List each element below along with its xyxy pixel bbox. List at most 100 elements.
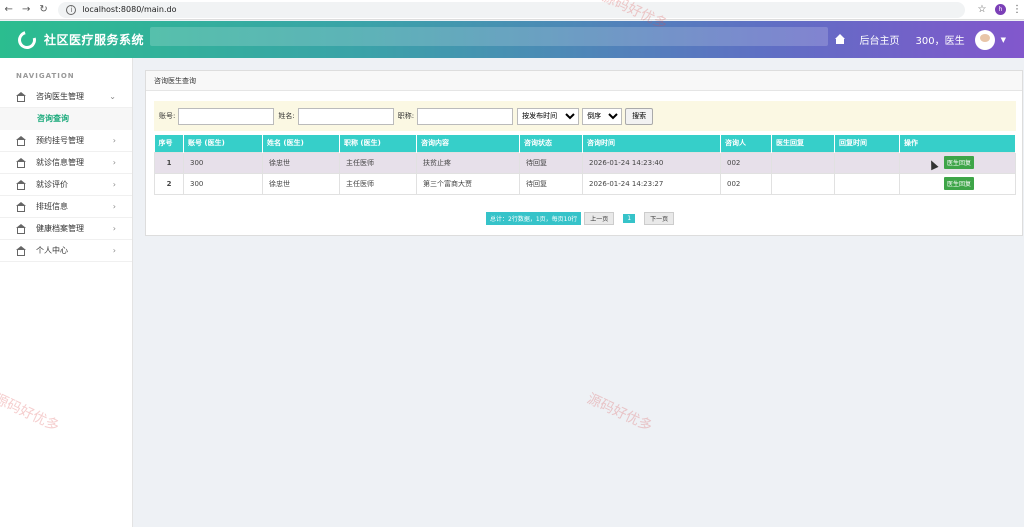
avatar[interactable] <box>974 29 995 50</box>
bookmark-star-icon[interactable]: ☆ <box>973 4 991 15</box>
sidebar-item-label: 咨询医生管理 <box>36 92 84 101</box>
col-header: 回复时间 <box>834 135 900 152</box>
cell-content: 扶贫止疼 <box>416 151 520 174</box>
sort-order-select[interactable]: 倒序 <box>582 107 623 125</box>
home-icon[interactable] <box>834 33 846 46</box>
doctor-reply-button[interactable]: 医生回复 <box>944 177 975 190</box>
col-header: 序号 <box>154 135 184 152</box>
cell-reply-time <box>834 151 900 174</box>
watermark: 源码好优多 <box>584 390 655 435</box>
reload-icon[interactable]: ↻ <box>35 4 52 15</box>
sidebar-item-profile[interactable]: 个人中心 › <box>0 240 132 262</box>
col-header: 操作 <box>899 135 1016 152</box>
chevron-right-icon: › <box>112 224 116 233</box>
browser-toolbar: ← → ↻ i localhost:8080/main.do ☆ h ⋮ <box>0 0 1024 20</box>
home-icon <box>16 202 26 212</box>
sort-field-select[interactable]: 按发布时间 <box>517 107 580 125</box>
forward-icon[interactable]: → <box>17 4 34 15</box>
sidebar-item-label: 健康档案管理 <box>36 224 84 233</box>
back-icon[interactable]: ← <box>0 4 17 15</box>
app-header: 社区医疗服务系统 后台主页 300，医生 ▼ <box>0 21 1024 58</box>
doctor-reply-button[interactable]: 医生回复 <box>944 156 975 169</box>
cell-title: 主任医师 <box>339 151 417 174</box>
cell-reply-time <box>834 172 900 195</box>
title-input[interactable] <box>417 107 514 125</box>
search-bar: 账号: 姓名: 职称: 按发布时间 倒序 搜索 <box>154 101 1016 131</box>
name-label: 姓名: <box>278 112 295 120</box>
next-page-button[interactable]: 下一页 <box>644 212 675 225</box>
sidebar-item-consult[interactable]: 咨询医生管理 ⌄ <box>0 86 132 108</box>
chevron-down-icon[interactable]: ▼ <box>1001 36 1006 44</box>
sidebar-subitem-consult-query[interactable]: 咨询查询 <box>0 108 132 130</box>
sidebar-item-visit-info[interactable]: 就诊信息管理 › <box>0 152 132 174</box>
chevron-right-icon: › <box>112 202 116 211</box>
user-label[interactable]: 300，医生 <box>916 32 965 47</box>
chevron-right-icon: › <box>112 158 116 167</box>
col-header: 咨询内容 <box>416 135 520 152</box>
cell-status: 待回复 <box>519 151 583 174</box>
cell-account: 300 <box>183 151 263 174</box>
chevron-right-icon: › <box>112 246 116 255</box>
sidebar-item-label: 就诊信息管理 <box>36 158 84 167</box>
col-header: 账号 (医生) <box>183 135 263 152</box>
sidebar-item-schedule[interactable]: 排班信息 › <box>0 196 132 218</box>
cell-asker: 002 <box>720 151 772 174</box>
sidebar-item-label: 就诊评价 <box>36 180 68 189</box>
cell-asker: 002 <box>720 172 772 195</box>
table-row: 2 300 徐忠世 主任医师 第三个富商大贾 待回复 2026-01-24 14… <box>154 172 1016 195</box>
home-icon <box>16 180 26 190</box>
col-header: 姓名 (医生) <box>262 135 340 152</box>
chevron-right-icon: › <box>112 180 116 189</box>
home-icon <box>16 158 26 168</box>
cell-time: 2026-01-24 14:23:27 <box>582 172 721 195</box>
app-title: 社区医疗服务系统 <box>44 33 145 47</box>
panel-title: 咨询医生查询 <box>146 71 1022 91</box>
sidebar-item-label: 预约挂号管理 <box>36 136 84 145</box>
sidebar-item-appointment[interactable]: 预约挂号管理 › <box>0 130 132 152</box>
sidebar-item-label: 排班信息 <box>36 202 68 211</box>
cell-action: 医生回复 <box>899 151 1016 174</box>
cell-action: 医生回复 <box>899 172 1016 195</box>
nav-label: NAVIGATION <box>16 72 75 80</box>
cell-content: 第三个富商大贾 <box>416 172 520 195</box>
cell-title: 主任医师 <box>339 172 417 195</box>
pager-info: 总计：2行数据，1页，每页10行 <box>486 212 582 225</box>
cell-reply <box>771 172 835 195</box>
pagination: 总计：2行数据，1页，每页10行 上一页 1 下一页 <box>486 212 683 225</box>
current-page-button[interactable]: 1 <box>623 214 636 223</box>
table-row: 1 300 徐忠世 主任医师 扶贫止疼 待回复 2026-01-24 14:23… <box>154 151 1016 174</box>
chevron-right-icon: › <box>112 136 116 145</box>
url-text: localhost:8080/main.do <box>82 5 177 14</box>
browser-menu-icon[interactable]: ⋮ <box>1010 4 1024 15</box>
sidebar-item-label: 个人中心 <box>36 246 68 255</box>
cell-reply <box>771 151 835 174</box>
chevron-down-icon: ⌄ <box>109 92 116 101</box>
home-icon <box>16 136 26 146</box>
consult-table: 序号 账号 (医生) 姓名 (医生) 职称 (医生) 咨询内容 咨询状态 咨询时… <box>154 135 1016 195</box>
address-bar[interactable]: i localhost:8080/main.do <box>58 1 965 18</box>
sidebar: NAVIGATION 咨询医生管理 ⌄ 咨询查询 预约挂号管理 › 就诊信息管理… <box>0 58 133 527</box>
home-icon <box>16 92 26 102</box>
col-header: 咨询人 <box>720 135 772 152</box>
col-header: 咨询时间 <box>582 135 721 152</box>
title-label: 职称: <box>397 112 415 120</box>
cell-time: 2026-01-24 14:23:40 <box>582 151 721 174</box>
cell-name: 徐忠世 <box>262 151 340 174</box>
sidebar-item-health-records[interactable]: 健康档案管理 › <box>0 218 132 240</box>
search-button[interactable]: 搜索 <box>625 107 654 125</box>
header-banner <box>150 27 828 46</box>
name-input[interactable] <box>297 107 394 125</box>
info-icon[interactable]: i <box>66 4 77 15</box>
account-input[interactable] <box>178 107 275 125</box>
home-link[interactable]: 后台主页 <box>860 32 900 47</box>
account-label: 账号: <box>159 112 176 120</box>
col-header: 职称 (医生) <box>339 135 417 152</box>
profile-avatar[interactable]: h <box>994 4 1006 15</box>
cell-name: 徐忠世 <box>262 172 340 195</box>
cell-account: 300 <box>183 172 263 195</box>
prev-page-button[interactable]: 上一页 <box>584 212 615 225</box>
col-header: 咨询状态 <box>519 135 583 152</box>
cell-no: 2 <box>154 172 184 195</box>
sidebar-item-visit-review[interactable]: 就诊评价 › <box>0 174 132 196</box>
consult-panel: 咨询医生查询 账号: 姓名: 职称: 按发布时间 倒序 搜索 序号 账号 (医生… <box>145 70 1023 236</box>
